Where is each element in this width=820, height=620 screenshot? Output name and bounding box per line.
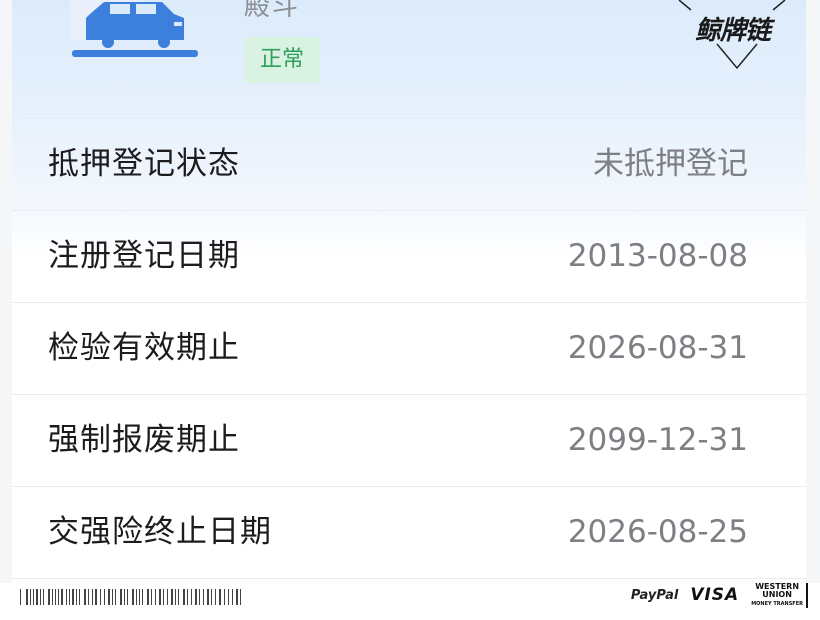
- detail-label: 检验有效期止: [48, 330, 240, 366]
- detail-row-mortgage-status: 抵押登记状态 未抵押登记: [12, 119, 806, 211]
- barcode-icon: [20, 589, 241, 605]
- detail-value: 2099-12-31: [567, 422, 748, 458]
- western-union-line2: UNION: [762, 589, 792, 599]
- detail-row-insurance-expiry: 交强险终止日期 2026-08-25: [12, 487, 806, 579]
- detail-row-scrap-deadline: 强制报废期止 2099-12-31: [12, 395, 806, 487]
- detail-value: 未抵押登记: [593, 146, 748, 182]
- payment-logos: PayPal VISA WESTERN UNION MONEY TRANSFER: [630, 582, 808, 608]
- background-strip-right: [806, 0, 820, 620]
- paypal-logo: PayPal: [630, 587, 679, 603]
- detail-row-inspection-expiry: 检验有效期止 2026-08-31: [12, 303, 806, 395]
- car-icon: [70, 0, 198, 57]
- watermark-text: 鲸牌链: [695, 16, 771, 46]
- detail-value: 2013-08-08: [567, 238, 748, 274]
- western-union-logo: WESTERN UNION MONEY TRANSFER: [751, 582, 808, 608]
- western-union-line3: MONEY TRANSFER: [751, 600, 803, 607]
- visa-logo: VISA: [690, 585, 740, 605]
- detail-label: 注册登记日期: [48, 238, 240, 274]
- watermark-logo: 鲸牌链: [673, 0, 801, 74]
- vehicle-info-card: 殿斗 正常 抵押登记状态 未抵押登记 注册登记日期 2013-08-08 检验有…: [12, 0, 806, 583]
- detail-value: 2026-08-31: [567, 330, 748, 366]
- detail-list: 抵押登记状态 未抵押登记 注册登记日期 2013-08-08 检验有效期止 20…: [12, 119, 806, 579]
- status-badge: 正常: [244, 37, 320, 83]
- vehicle-subtitle: 殿斗: [244, 0, 301, 22]
- detail-label: 交强险终止日期: [48, 514, 272, 550]
- background-strip-left: [0, 0, 12, 620]
- footer-strip: PayPal VISA WESTERN UNION MONEY TRANSFER: [0, 582, 820, 620]
- vehicle-info-screen: 殿斗 正常 抵押登记状态 未抵押登记 注册登记日期 2013-08-08 检验有…: [0, 0, 820, 620]
- detail-row-registration-date: 注册登记日期 2013-08-08: [12, 211, 806, 303]
- detail-label: 抵押登记状态: [48, 146, 240, 182]
- detail-value: 2026-08-25: [567, 514, 748, 550]
- detail-label: 强制报废期止: [48, 422, 240, 458]
